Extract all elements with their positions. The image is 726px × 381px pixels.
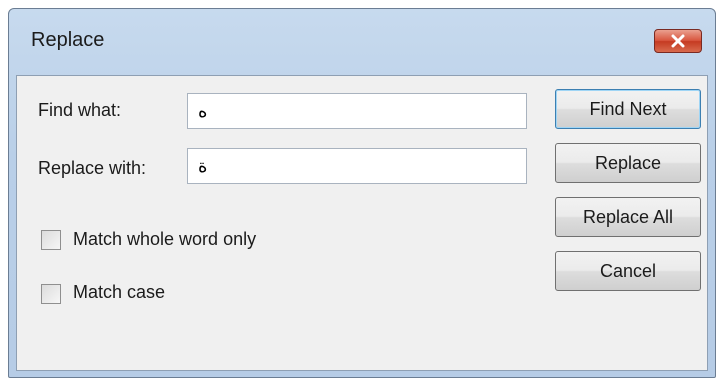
dialog-title: Replace <box>31 29 105 51</box>
close-button[interactable] <box>654 29 702 53</box>
title-bar[interactable]: Replace <box>9 9 715 75</box>
replace-with-value: ة <box>198 156 208 177</box>
dialog-body: Find what: ه Replace with: ة Match whole… <box>16 75 708 371</box>
find-next-button[interactable]: Find Next <box>555 89 701 129</box>
match-whole-word-checkbox[interactable] <box>41 230 61 250</box>
replace-all-button[interactable]: Replace All <box>555 197 701 237</box>
find-what-value: ه <box>198 101 208 122</box>
match-case-checkbox[interactable] <box>41 284 61 304</box>
replace-with-input[interactable]: ة <box>187 148 527 184</box>
replace-dialog: Replace Find what: ه Replace with: ة Mat… <box>8 8 716 378</box>
match-case-label[interactable]: Match case <box>73 282 165 303</box>
replace-button[interactable]: Replace <box>555 143 701 183</box>
close-icon <box>671 34 685 48</box>
find-what-input[interactable]: ه <box>187 93 527 129</box>
find-what-label: Find what: <box>38 100 122 120</box>
replace-with-label: Replace with: <box>38 158 147 178</box>
cancel-button[interactable]: Cancel <box>555 251 701 291</box>
match-whole-word-label[interactable]: Match whole word only <box>73 229 256 250</box>
